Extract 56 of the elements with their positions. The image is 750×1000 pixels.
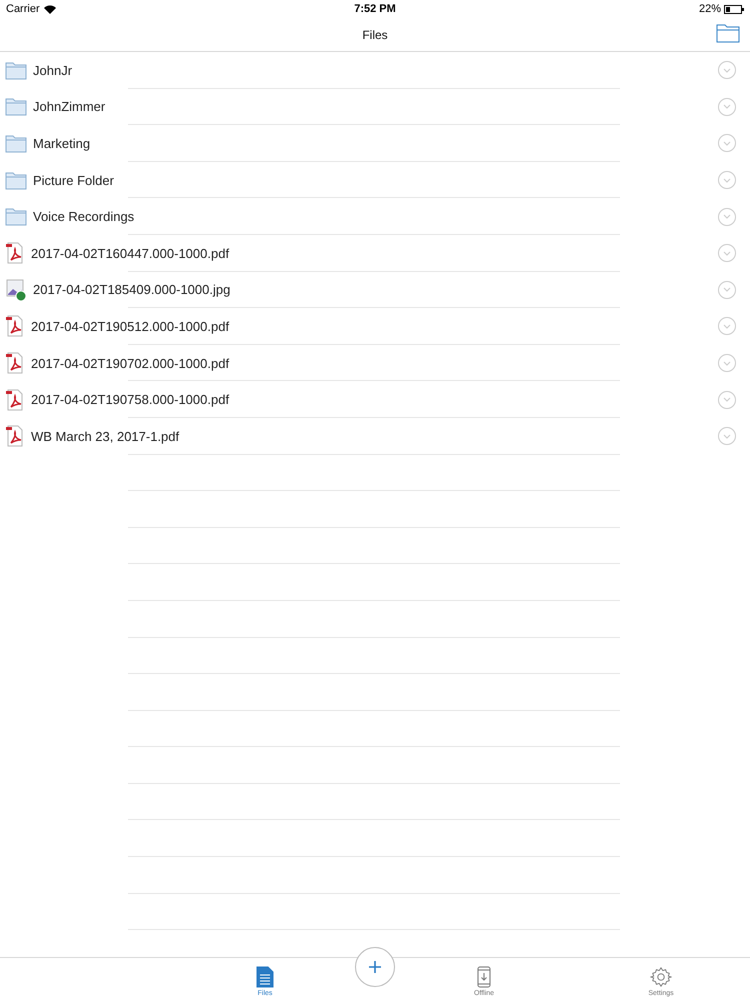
wifi-icon: [44, 4, 56, 14]
folder-button[interactable]: [716, 23, 740, 45]
chevron-icon: [723, 434, 731, 439]
folder-icon: [5, 60, 27, 80]
more-options-button[interactable]: [718, 427, 736, 446]
file-name[interactable]: 2017-04-02T160447.000-1000.pdf: [31, 246, 718, 261]
chevron-icon: [723, 178, 731, 183]
file-name[interactable]: 2017-04-02T190758.000-1000.pdf: [31, 392, 718, 408]
chevron-icon: [723, 250, 731, 256]
nav-title: Files: [362, 28, 388, 42]
more-options-button[interactable]: [718, 208, 736, 226]
file-name[interactable]: Voice Recordings: [33, 209, 718, 224]
chevron-icon: [723, 140, 731, 146]
chevron-icon: [723, 68, 731, 73]
folder-icon: [5, 170, 27, 190]
document-icon: [256, 966, 274, 988]
chevron-icon: [723, 360, 731, 366]
more-options-button[interactable]: [718, 61, 736, 80]
file-name[interactable]: 2017-04-02T185409.000-1000.jpg: [33, 282, 718, 298]
file-name[interactable]: WB March 23, 2017-1.pdf: [31, 428, 718, 444]
pdf-icon: [5, 352, 25, 374]
pdf-icon: [5, 315, 25, 338]
pdf-icon: [5, 425, 25, 448]
more-options-button[interactable]: [718, 354, 736, 372]
folder-icon: [5, 134, 27, 153]
more-options-button[interactable]: [718, 317, 736, 336]
file-name[interactable]: 2017-04-02T190702.000-1000.pdf: [31, 356, 718, 371]
more-options-button[interactable]: [718, 244, 736, 262]
more-options-button[interactable]: [718, 171, 736, 190]
folder-icon: [5, 207, 27, 226]
pdf-icon: [5, 242, 25, 264]
chevron-icon: [723, 397, 731, 402]
settings-icon: [650, 966, 672, 988]
file-name[interactable]: JohnZimmer: [33, 99, 718, 114]
chevron-icon: [723, 104, 731, 110]
more-options-button[interactable]: [718, 134, 736, 152]
carrier-label: Carrier: [6, 3, 40, 15]
chevron-icon: [723, 287, 731, 292]
file-name[interactable]: Marketing: [33, 136, 718, 151]
add-button[interactable]: [354, 947, 394, 987]
file-name[interactable]: JohnJr: [33, 62, 718, 78]
more-options-button[interactable]: [718, 280, 736, 299]
chevron-icon: [723, 324, 731, 329]
more-options-button[interactable]: [718, 390, 736, 409]
pdf-icon: [5, 388, 25, 411]
battery-percent: 22%: [698, 3, 721, 15]
status-time: 7:52 PM: [354, 3, 396, 15]
folder-icon: [5, 97, 27, 116]
image-file-icon: [5, 278, 27, 301]
file-name[interactable]: 2017-04-02T190512.000-1000.pdf: [31, 318, 718, 334]
more-options-button[interactable]: [718, 98, 736, 116]
battery-icon: [724, 4, 744, 14]
phone-download-icon: [477, 966, 491, 988]
chevron-icon: [723, 214, 731, 220]
plus-icon: [368, 960, 382, 974]
file-name[interactable]: Picture Folder: [33, 172, 718, 188]
